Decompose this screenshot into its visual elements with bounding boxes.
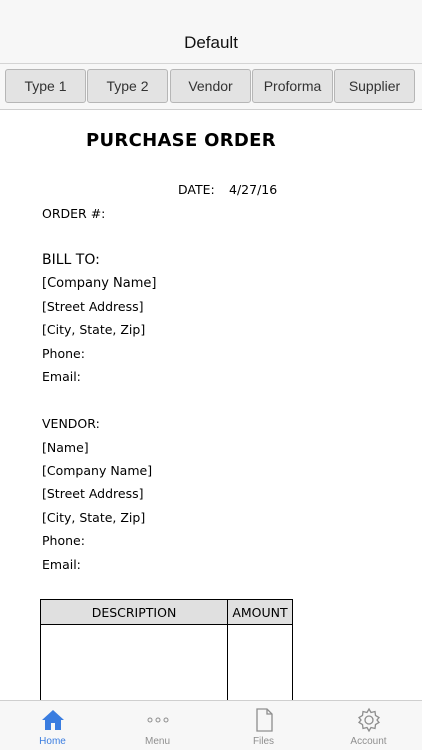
- tab-files-label: Files: [252, 736, 275, 747]
- tab-home[interactable]: Home: [0, 701, 105, 750]
- segment-supplier[interactable]: Supplier: [334, 69, 415, 103]
- gear-icon: [357, 707, 380, 733]
- home-icon: [41, 710, 64, 730]
- segment-type-1[interactable]: Type 1: [5, 69, 86, 103]
- navigation-bar: Default: [0, 0, 422, 64]
- tab-menu[interactable]: Menu: [105, 701, 210, 750]
- date-label: DATE:: [178, 182, 215, 197]
- bill-to-company: [Company Name]: [42, 276, 157, 291]
- template-selector: Type 1 Type 2 Vendor Proforma Supplier: [0, 64, 422, 110]
- more-icon: [147, 717, 168, 723]
- vendor-label: VENDOR:: [42, 416, 100, 431]
- bill-to-city: [City, State, Zip]: [42, 322, 146, 337]
- file-icon: [255, 708, 273, 732]
- bill-to-phone: Phone:: [42, 346, 85, 361]
- segment-type-2[interactable]: Type 2: [87, 69, 168, 103]
- vendor-street: [Street Address]: [42, 486, 144, 501]
- vendor-name: [Name]: [42, 440, 89, 455]
- date-value: 4/27/16: [229, 182, 278, 197]
- amount-header: AMOUNT: [228, 600, 292, 625]
- tab-home-label: Home: [39, 736, 66, 747]
- tab-files[interactable]: Files: [211, 701, 316, 750]
- tab-menu-label: Menu: [144, 736, 170, 747]
- document-preview[interactable]: PURCHASE ORDER DATE: 4/27/16 ORDER #: BI…: [0, 110, 422, 700]
- bill-to-street: [Street Address]: [42, 299, 144, 314]
- bill-to-label: BILL TO:: [42, 252, 100, 268]
- tab-account[interactable]: Account: [316, 701, 421, 750]
- document-heading: PURCHASE ORDER: [86, 130, 276, 151]
- tab-account-label: Account: [350, 736, 387, 747]
- vendor-city: [City, State, Zip]: [42, 510, 146, 525]
- segment-vendor[interactable]: Vendor: [170, 69, 251, 103]
- page-title: Default: [184, 33, 238, 52]
- segment-proforma[interactable]: Proforma: [252, 69, 333, 103]
- description-header: DESCRIPTION: [41, 600, 227, 625]
- column-divider: [227, 600, 228, 700]
- vendor-email: Email:: [42, 557, 81, 572]
- line-items-table: DESCRIPTION AMOUNT: [40, 599, 293, 700]
- tab-bar: Home Menu Files Account: [0, 700, 422, 750]
- vendor-company: [Company Name]: [42, 463, 153, 478]
- bill-to-email: Email:: [42, 369, 81, 384]
- vendor-phone: Phone:: [42, 533, 85, 548]
- order-number-label: ORDER #:: [42, 206, 106, 221]
